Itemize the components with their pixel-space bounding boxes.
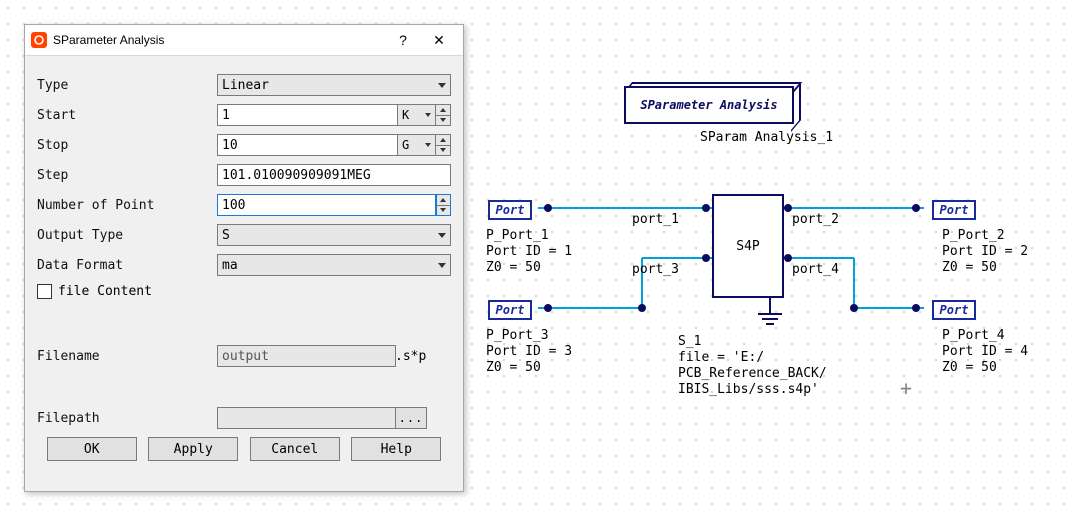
port3-id: Port ID = 3 — [486, 344, 572, 359]
stop-label: Stop — [37, 138, 217, 153]
port2-id: Port ID = 2 — [942, 244, 1028, 259]
stop-unit-select[interactable]: G — [398, 134, 436, 156]
port-4-symbol[interactable]: Port — [932, 300, 976, 320]
checkbox-icon — [37, 284, 52, 299]
port1-name: P_Port_1 — [486, 228, 549, 243]
type-label: Type — [37, 78, 217, 93]
net-port-2: port_2 — [792, 212, 839, 227]
port1-id: Port ID = 1 — [486, 244, 572, 259]
net-port-1: port_1 — [632, 212, 679, 227]
data-format-label: Data Format — [37, 258, 217, 273]
npoints-spinner[interactable] — [436, 194, 451, 216]
port1-z0: Z0 = 50 — [486, 260, 541, 275]
chevron-down-icon — [425, 143, 431, 147]
start-input[interactable] — [217, 104, 398, 126]
port4-z0: Z0 = 50 — [942, 360, 997, 375]
filename-input[interactable] — [217, 345, 396, 367]
title-bar[interactable]: SParameter Analysis ? ✕ — [25, 25, 463, 56]
npoints-input[interactable] — [217, 194, 436, 216]
port4-id: Port ID = 4 — [942, 344, 1028, 359]
port-1-symbol[interactable]: Port — [488, 200, 532, 220]
start-unit-select[interactable]: K — [398, 104, 436, 126]
sparameter-dialog: SParameter Analysis ? ✕ Type Linear Star… — [24, 24, 464, 492]
start-spinner[interactable] — [436, 104, 451, 126]
ok-button[interactable]: OK — [47, 437, 137, 461]
stop-spinner[interactable] — [436, 134, 451, 156]
chevron-down-icon — [425, 113, 431, 117]
port-3-symbol[interactable]: Port — [488, 300, 532, 320]
apply-button[interactable]: Apply — [148, 437, 238, 461]
chevron-down-icon — [438, 263, 446, 268]
chevron-down-icon — [438, 233, 446, 238]
close-icon[interactable]: ✕ — [421, 32, 457, 49]
output-type-select[interactable]: S — [217, 224, 451, 246]
file-content-checkbox[interactable]: file Content — [37, 284, 451, 299]
step-label: Step — [37, 168, 217, 183]
help-icon[interactable]: ? — [385, 32, 421, 48]
s4p-label: S4P — [736, 239, 759, 254]
start-label: Start — [37, 108, 217, 123]
port2-name: P_Port_2 — [942, 228, 1005, 243]
s4p-name: S_1 — [678, 334, 701, 349]
filepath-label: Filepath — [37, 411, 217, 426]
chevron-down-icon — [438, 83, 446, 88]
port4-name: P_Port_4 — [942, 328, 1005, 343]
type-select[interactable]: Linear — [217, 74, 451, 96]
filename-suffix: .s*p — [395, 349, 426, 364]
window-title: SParameter Analysis — [53, 33, 385, 47]
filename-label: Filename — [37, 349, 217, 364]
s4p-block[interactable]: S4P — [712, 194, 784, 298]
net-port-3: port_3 — [632, 262, 679, 277]
step-input[interactable] — [217, 164, 451, 186]
cancel-button[interactable]: Cancel — [250, 437, 340, 461]
s4p-file: file = 'E:/ PCB_Reference_BACK/ IBIS_Lib… — [678, 350, 827, 398]
filepath-input[interactable] — [217, 407, 396, 429]
net-port-4: port_4 — [792, 262, 839, 277]
port3-z0: Z0 = 50 — [486, 360, 541, 375]
help-button[interactable]: Help — [351, 437, 441, 461]
npoints-label: Number of Point — [37, 198, 217, 213]
port-2-symbol[interactable]: Port — [932, 200, 976, 220]
port2-z0: Z0 = 50 — [942, 260, 997, 275]
app-icon — [31, 32, 47, 48]
stop-input[interactable] — [217, 134, 398, 156]
data-format-select[interactable]: ma — [217, 254, 451, 276]
port3-name: P_Port_3 — [486, 328, 549, 343]
browse-button[interactable]: ... — [395, 407, 427, 429]
output-type-label: Output Type — [37, 228, 217, 243]
file-content-label: file Content — [58, 284, 152, 299]
cursor-crosshair: + — [900, 376, 912, 400]
